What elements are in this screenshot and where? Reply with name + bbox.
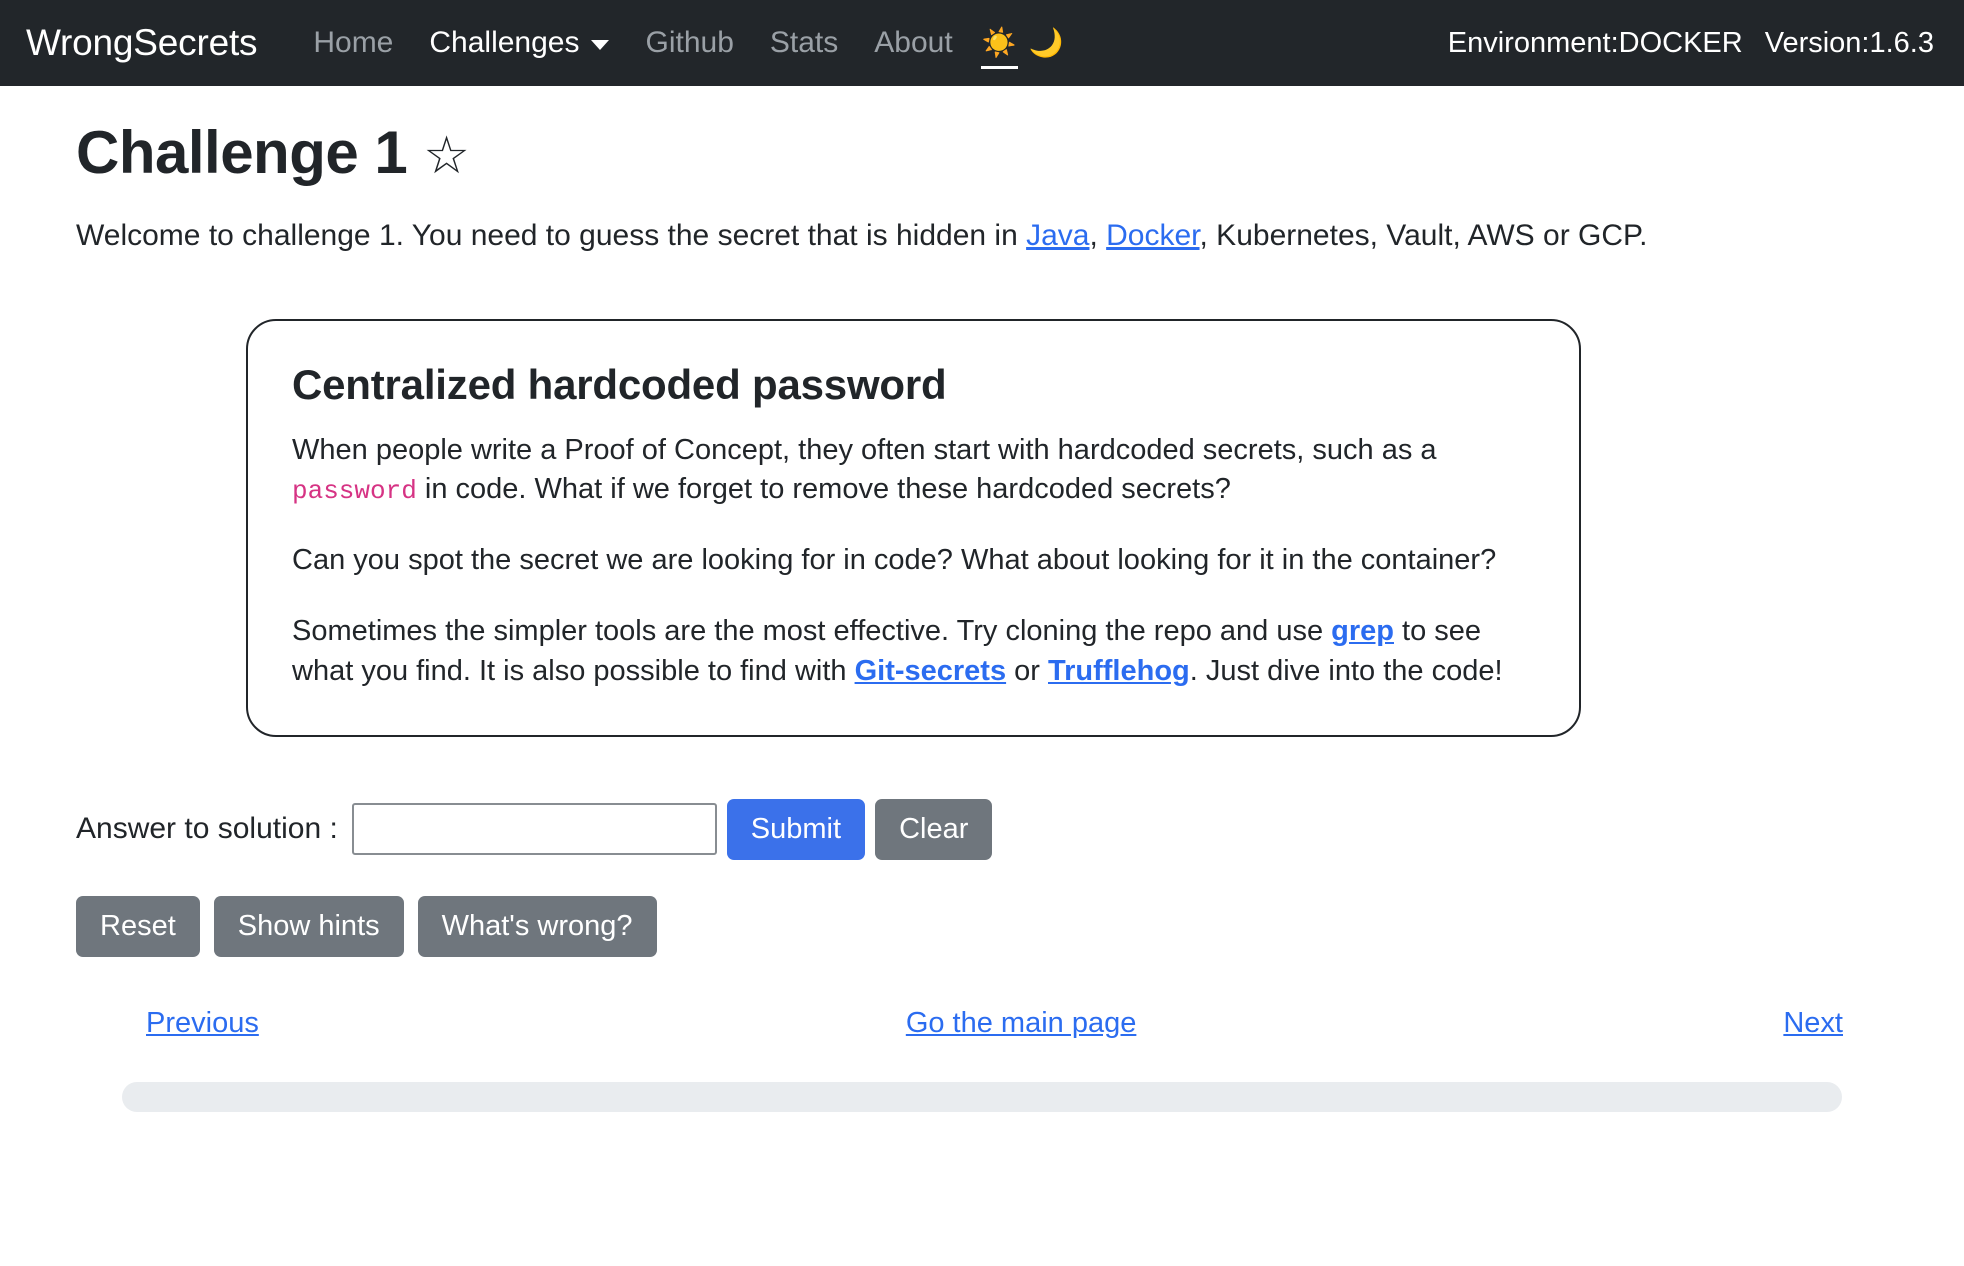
sun-icon[interactable]: ☀️: [979, 29, 1020, 69]
intro-suffix: , Kubernetes, Vault, AWS or GCP.: [1199, 219, 1648, 252]
challenge-card-title: Centralized hardcoded password: [292, 361, 947, 408]
trufflehog-link[interactable]: Trufflehog: [1048, 655, 1190, 687]
nav-item-github[interactable]: Github: [627, 26, 751, 60]
moon-icon[interactable]: 🌙: [1026, 29, 1067, 57]
bottom-navigation: Previous Go the main page Next: [76, 1007, 1888, 1040]
intro-text: Welcome to challenge 1. You need to gues…: [76, 215, 1888, 257]
star-icon[interactable]: ☆: [423, 130, 470, 182]
top-navbar: WrongSecrets Home Challenges Github Stat…: [0, 0, 1964, 86]
nav-item-challenges[interactable]: Challenges: [411, 26, 627, 60]
page-title-text: Challenge 1: [76, 119, 408, 186]
reset-button[interactable]: Reset: [76, 896, 200, 958]
progress-bar: [122, 1082, 1842, 1113]
nav-item-stats[interactable]: Stats: [752, 26, 856, 60]
action-button-row: Reset Show hints What's wrong?: [76, 896, 1888, 958]
challenge-paragraph-1: When people write a Proof of Concept, th…: [292, 431, 1535, 509]
answer-form: Answer to solution : Submit Clear: [76, 798, 1888, 861]
nav-item-github-label: Github: [645, 26, 734, 59]
git-secrets-link[interactable]: Git-secrets: [855, 655, 1007, 687]
previous-link[interactable]: Previous: [146, 1007, 259, 1039]
main-page-link-wrapper: Go the main page: [259, 1007, 1784, 1040]
previous-link-wrapper: Previous: [146, 1007, 259, 1040]
answer-label: Answer to solution :: [76, 812, 338, 846]
environment-label: Environment:DOCKER: [1447, 26, 1743, 59]
nav-links: Home Challenges Github Stats About ☀️ 🌙: [295, 26, 1067, 69]
main-page-link[interactable]: Go the main page: [906, 1007, 1137, 1039]
docker-link[interactable]: Docker: [1106, 219, 1199, 252]
page-content: Challenge 1 ☆ Welcome to challenge 1. Yo…: [0, 118, 1964, 1113]
show-hints-button[interactable]: Show hints: [213, 896, 404, 958]
version-label: Version:1.6.3: [1764, 26, 1934, 59]
grep-link[interactable]: grep: [1331, 615, 1394, 647]
challenge-paragraph-3: Sometimes the simpler tools are the most…: [292, 612, 1535, 690]
page-title: Challenge 1 ☆: [76, 118, 1888, 187]
answer-input[interactable]: [351, 803, 717, 856]
intro-separator: ,: [1089, 219, 1107, 252]
next-link-wrapper: Next: [1783, 1007, 1843, 1040]
paragraph-1-part-2: in code. What if we forget to remove the…: [416, 473, 1231, 506]
password-code-snippet: password: [292, 476, 417, 507]
nav-item-challenges-label: Challenges: [429, 26, 580, 59]
intro-prefix: Welcome to challenge 1. You need to gues…: [76, 219, 1027, 252]
clear-button[interactable]: Clear: [875, 798, 993, 861]
brand-logo[interactable]: WrongSecrets: [26, 22, 258, 64]
theme-toggle-group: ☀️ 🌙: [979, 29, 1067, 69]
next-link[interactable]: Next: [1783, 1007, 1843, 1039]
paragraph-3-part-3: or: [1006, 654, 1048, 687]
whats-wrong-button[interactable]: What's wrong?: [417, 896, 657, 958]
nav-item-home-label: Home: [313, 26, 394, 59]
submit-button[interactable]: Submit: [726, 798, 866, 861]
nav-item-about-label: About: [874, 26, 953, 59]
paragraph-3-part-1: Sometimes the simpler tools are the most…: [292, 615, 1332, 648]
challenge-paragraph-2: Can you spot the secret we are looking f…: [292, 544, 1497, 577]
challenge-card: Centralized hardcoded password When peop…: [246, 319, 1581, 737]
nav-item-home[interactable]: Home: [295, 26, 411, 60]
paragraph-3-part-4: . Just dive into the code!: [1189, 654, 1503, 687]
chevron-down-icon: [591, 40, 610, 50]
nav-item-stats-label: Stats: [769, 26, 839, 59]
paragraph-1-part-1: When people write a Proof of Concept, th…: [292, 434, 1437, 466]
java-link[interactable]: Java: [1026, 219, 1089, 252]
nav-status-group: Environment:DOCKER Version:1.6.3: [1448, 27, 1942, 60]
nav-item-about[interactable]: About: [856, 26, 970, 60]
